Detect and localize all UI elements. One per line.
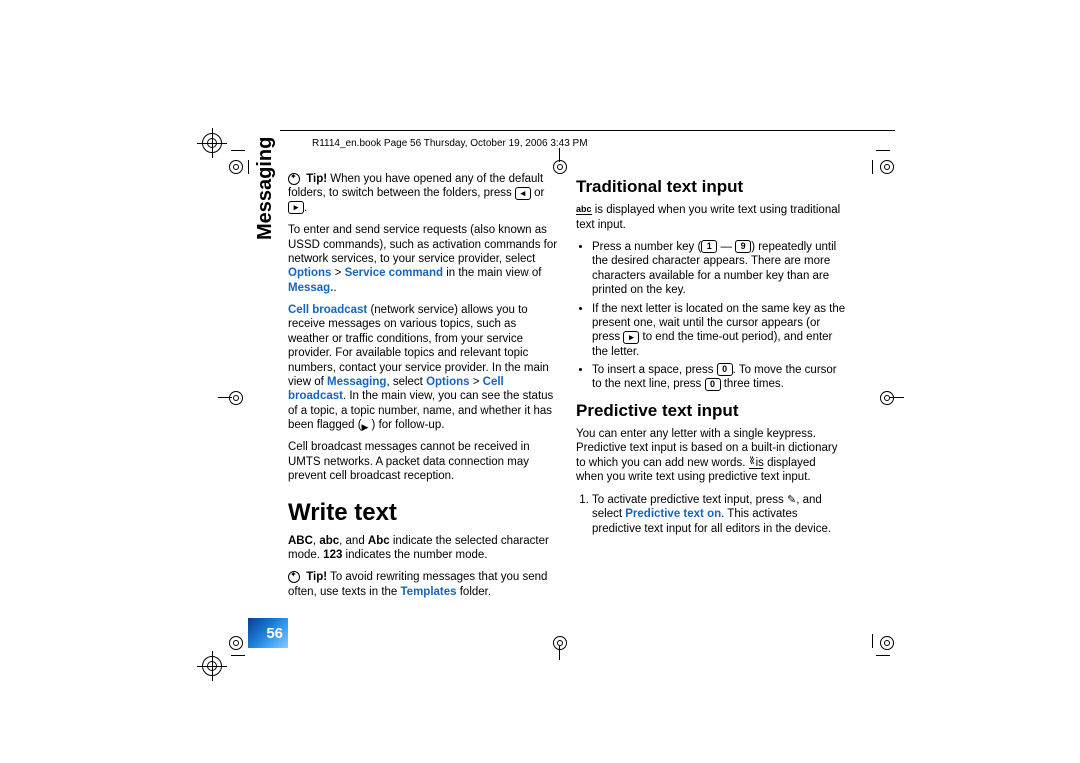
- menu-path: Messag.: [288, 282, 333, 294]
- header-text: R1114_en.book Page 56 Thursday, October …: [312, 138, 588, 149]
- key-icon: ◂: [515, 187, 531, 200]
- crop-mark-icon: [880, 636, 894, 650]
- menu-path: Options: [288, 267, 331, 279]
- crop-mark-icon: [229, 636, 243, 650]
- text: , select: [386, 376, 426, 388]
- text: is displayed when you write text using t…: [576, 204, 840, 230]
- folder-name: Templates: [401, 586, 457, 598]
- crop-line-icon: [559, 148, 560, 162]
- menu-path: Options: [426, 376, 469, 388]
- pencil-icon: [787, 494, 796, 506]
- section-label: Messaging: [254, 137, 277, 240]
- crop-line-icon: [231, 150, 245, 151]
- subsection-heading: Traditional text input: [576, 176, 846, 197]
- crop-line-icon: [890, 397, 904, 398]
- tip-label: Tip!: [306, 571, 327, 583]
- crop-line-icon: [876, 150, 890, 151]
- text: To activate predictive text input, press: [592, 494, 787, 506]
- paragraph: To enter and send service requests (also…: [288, 223, 558, 295]
- numbered-list: To activate predictive text input, press…: [576, 493, 846, 537]
- predictive-indicator-icon: [749, 456, 753, 469]
- tip-paragraph: Tip! To avoid rewriting messages that yo…: [288, 570, 558, 599]
- crop-line-icon: [872, 634, 873, 648]
- text: To enter and send service requests (also…: [288, 224, 557, 265]
- crop-line-icon: [231, 655, 245, 656]
- mode-label: Abc: [368, 535, 390, 547]
- subsection-heading: Predictive text input: [576, 400, 846, 421]
- paragraph: Cell broadcast (network service) allows …: [288, 303, 558, 432]
- tip-icon: [288, 173, 300, 185]
- mode-label: abc: [319, 535, 339, 547]
- paragraph: Cell broadcast messages cannot be receiv…: [288, 440, 558, 483]
- text: .: [333, 282, 336, 294]
- header-rule: [280, 130, 895, 131]
- text: indicates the number mode.: [342, 549, 487, 561]
- text: ) for follow-up.: [372, 419, 445, 431]
- page-content: Tip! When you have opened any of the def…: [288, 172, 888, 607]
- text: To insert a space, press: [592, 364, 717, 376]
- crop-mark-icon: [229, 391, 243, 405]
- menu-path: Service command: [345, 267, 443, 279]
- paragraph: You can enter any letter with a single k…: [576, 427, 846, 485]
- paragraph: abc is displayed when you write text usi…: [576, 203, 846, 232]
- menu-option: Predictive text on: [625, 508, 721, 520]
- abc-indicator-icon: abc: [576, 205, 592, 215]
- text: folder.: [457, 586, 492, 598]
- tip-label: Tip!: [306, 173, 327, 185]
- key-icon: 1: [701, 240, 717, 253]
- bullet-list: Press a number key (1 — 9) repeatedly un…: [576, 240, 846, 392]
- text: three times.: [721, 378, 784, 390]
- crop-line-icon: [559, 646, 560, 660]
- tip-icon: [288, 571, 300, 583]
- crop-line-icon: [248, 160, 249, 174]
- left-column: Tip! When you have opened any of the def…: [288, 172, 558, 607]
- text: When you have opened any of the default …: [288, 173, 543, 199]
- text: —: [717, 241, 735, 253]
- registration-mark-icon: [202, 656, 222, 676]
- page-number: 56: [248, 618, 288, 648]
- text: , and: [339, 535, 368, 547]
- mode-label: ABC: [288, 535, 313, 547]
- text: or: [531, 187, 544, 199]
- registration-mark-icon: [202, 133, 222, 153]
- text: >: [470, 376, 483, 388]
- crop-mark-icon: [229, 160, 243, 174]
- list-item: Press a number key (1 — 9) repeatedly un…: [592, 240, 846, 298]
- text: .: [304, 202, 307, 214]
- key-icon: 9: [735, 240, 751, 253]
- flag-icon: [362, 420, 372, 430]
- crop-line-icon: [876, 655, 890, 656]
- tip-paragraph: Tip! When you have opened any of the def…: [288, 172, 558, 215]
- feature-name: Cell broadcast: [288, 304, 367, 316]
- text: >: [331, 267, 344, 279]
- key-icon: 0: [717, 363, 733, 376]
- text: in the main view of: [443, 267, 541, 279]
- text: Press a number key (: [592, 241, 701, 253]
- mode-label: 123: [323, 549, 342, 561]
- crop-line-icon: [218, 397, 232, 398]
- crop-mark-icon: [553, 636, 567, 650]
- key-icon: 0: [705, 378, 721, 391]
- key-icon: ▸: [623, 331, 639, 344]
- list-item: To insert a space, press 0. To move the …: [592, 363, 846, 392]
- section-heading: Write text: [288, 498, 558, 528]
- paragraph: ABC, abc, and Abc indicate the selected …: [288, 534, 558, 563]
- list-item: If the next letter is located on the sam…: [592, 302, 846, 360]
- list-item: To activate predictive text input, press…: [592, 493, 846, 537]
- right-column: Traditional text input abc is displayed …: [576, 172, 846, 607]
- key-icon: ▸: [288, 201, 304, 214]
- menu-path: Messaging: [327, 376, 386, 388]
